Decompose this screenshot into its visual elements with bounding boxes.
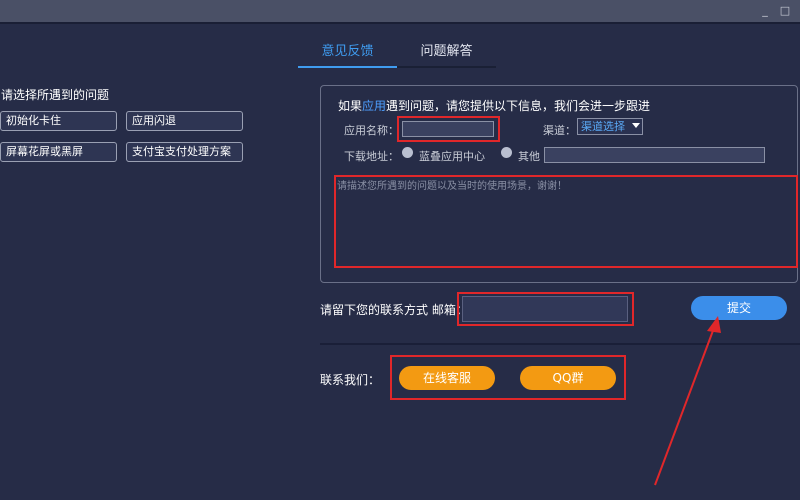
info-text: 如果应用遇到问题，请您提供以下信息，我们会进一步跟进 bbox=[338, 97, 650, 114]
info-highlight: 应用 bbox=[362, 99, 387, 113]
info-prefix: 如果 bbox=[338, 99, 363, 113]
email-input[interactable] bbox=[462, 296, 628, 322]
issues-heading: 请选择所遇到的问题 bbox=[1, 88, 110, 102]
section-divider bbox=[320, 343, 800, 345]
issue-option-screen-glitch[interactable]: 屏幕花屏或黑屏 bbox=[0, 142, 117, 162]
contact-label: 请留下您的联系方式 邮箱： bbox=[320, 303, 468, 317]
radio-other-label: 其他 bbox=[518, 150, 540, 163]
issue-option-app-crash[interactable]: 应用闪退 bbox=[126, 111, 243, 131]
online-service-button[interactable]: 在线客服 bbox=[399, 366, 495, 390]
info-suffix: 遇到问题，请您提供以下信息，我们会进一步跟进 bbox=[386, 99, 651, 113]
tab-faq[interactable]: 问题解答 bbox=[397, 40, 496, 68]
qq-group-button[interactable]: QQ群 bbox=[520, 366, 616, 390]
radio-bluestacks-center-label: 蓝叠应用中心 bbox=[419, 150, 485, 163]
title-bar bbox=[0, 0, 800, 22]
channel-label: 渠道： bbox=[543, 124, 576, 137]
minimize-icon[interactable]: _ bbox=[757, 3, 773, 19]
tab-bar: 意见反馈 问题解答 bbox=[298, 40, 498, 68]
tab-feedback[interactable]: 意见反馈 bbox=[298, 40, 397, 68]
submit-button[interactable]: 提交 bbox=[691, 296, 787, 320]
app-name-input[interactable] bbox=[402, 121, 494, 137]
radio-bluestacks-center[interactable] bbox=[402, 147, 413, 158]
description-placeholder: 请描述您所遇到的问题以及当时的使用场景，谢谢！ bbox=[337, 181, 567, 192]
maximize-icon[interactable]: □ bbox=[777, 3, 793, 19]
contact-us-label: 联系我们： bbox=[320, 373, 381, 387]
issue-option-init-stuck[interactable]: 初始化卡住 bbox=[0, 111, 117, 131]
other-url-input[interactable] bbox=[544, 147, 765, 163]
channel-selected-value: 渠道选择 bbox=[581, 120, 625, 133]
annotation-arrow-shaft bbox=[654, 327, 715, 486]
app-name-label: 应用名称： bbox=[344, 124, 399, 137]
download-label: 下载地址： bbox=[344, 150, 399, 163]
title-bar-border bbox=[0, 22, 800, 24]
radio-other[interactable] bbox=[501, 147, 512, 158]
dropdown-arrow-icon bbox=[632, 123, 640, 128]
issue-option-alipay[interactable]: 支付宝支付处理方案 bbox=[126, 142, 243, 162]
channel-select[interactable]: 渠道选择 bbox=[577, 118, 643, 135]
